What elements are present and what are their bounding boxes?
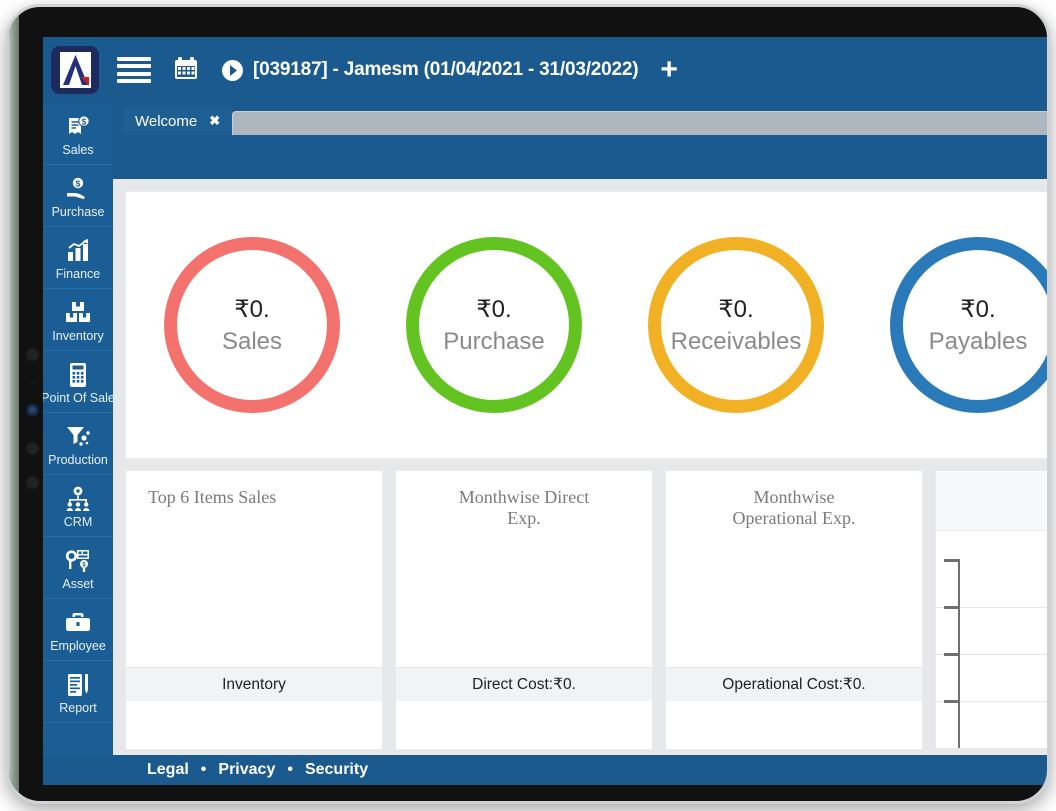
- sidebar-item-report[interactable]: Report: [43, 661, 113, 723]
- sidebar-item-label: Purchase: [51, 204, 105, 219]
- adyog-a-logo-icon[interactable]: [51, 46, 99, 94]
- svg-text:$: $: [82, 117, 87, 126]
- dashboard-card-row-top: Top 6 Items Sales Inventory Monthwise Di…: [125, 470, 1047, 750]
- footer-link-security[interactable]: Security: [305, 761, 368, 779]
- card-monthwise-direct-exp[interactable]: Monthwise Direct Exp. Direct Cost:₹0.: [395, 470, 653, 750]
- top-navigation-bar: [039187] - Jamesm (01/04/2021 - 31/03/20…: [43, 37, 1047, 103]
- sidebar-item-inventory[interactable]: Inventory: [43, 289, 113, 351]
- table-row[interactable]: [936, 700, 1047, 749]
- application-viewport: [039187] - Jamesm (01/04/2021 - 31/03/20…: [43, 37, 1047, 785]
- point-of-sale-terminal-icon: [67, 362, 89, 388]
- table-row[interactable]: [936, 559, 1047, 608]
- footer-link-privacy[interactable]: Privacy: [218, 761, 275, 779]
- card-footer: Direct Cost:₹0.: [396, 667, 652, 701]
- card-title: Monthwise Operational Exp.: [732, 487, 856, 528]
- footer-link-legal[interactable]: Legal: [147, 761, 189, 779]
- card-monthwise-operational-exp[interactable]: Monthwise Operational Exp. Operational C…: [665, 470, 923, 750]
- kpi-value: ₹0.: [476, 295, 512, 323]
- kpi-label: Sales: [221, 327, 283, 355]
- card-title: Monthwise Direct Exp.: [458, 487, 590, 528]
- sidebar-item-asset[interactable]: $ Asset: [43, 537, 113, 599]
- logo-a-glyph: [62, 55, 89, 86]
- sidebar-item-label: CRM: [63, 514, 93, 529]
- report-clipboard-pen-icon: [65, 672, 91, 698]
- sidebar-item-label: Sales: [62, 142, 94, 157]
- employee-briefcase-icon: [64, 610, 92, 636]
- footer-separator: •: [287, 761, 293, 778]
- circle-chevron-glyph: [222, 59, 243, 81]
- purchase-hand-coin-icon: $: [64, 176, 92, 202]
- card-title: Top 6 Items Sales: [148, 487, 277, 507]
- device-mic-dot: [29, 379, 36, 386]
- sidebar-item-crm[interactable]: CRM: [43, 475, 113, 537]
- kpi-summary-panel: ₹0. Sales ₹0. Purchase ₹0. Receivables ₹…: [125, 191, 1047, 459]
- sidebar-item-label: Point Of Sale: [43, 390, 113, 405]
- crm-org-people-icon: [64, 486, 92, 512]
- svg-text:$: $: [76, 178, 81, 188]
- tab-underbar: [113, 135, 1047, 179]
- device-sensor-dot: [25, 441, 40, 456]
- card-body: Monthwise Direct Exp.: [396, 471, 652, 667]
- sidebar-item-label: Asset: [62, 576, 94, 591]
- table-header: [936, 471, 1047, 531]
- sidebar-item-label: Finance: [55, 266, 101, 281]
- fiscal-period-label: [039187] - Jamesm (01/04/2021 - 31/03/20…: [253, 59, 639, 80]
- circle-chevron-right-icon[interactable]: [221, 59, 244, 82]
- table-row[interactable]: [936, 653, 1047, 702]
- asset-magnifier-icon: $: [64, 548, 92, 574]
- inventory-boxes-icon: [64, 300, 92, 326]
- footer-bar: Legal • Privacy • Security: [43, 755, 1047, 785]
- sidebar-item-sales[interactable]: $ Sales: [43, 103, 113, 165]
- hamburger-menu-icon[interactable]: [117, 57, 151, 83]
- sidebar-item-point-of-sale[interactable]: Point Of Sale: [43, 351, 113, 413]
- card-body: Monthwise Operational Exp.: [666, 471, 922, 667]
- card-footer: Operational Cost:₹0.: [666, 667, 922, 701]
- add-tab-button[interactable]: +: [660, 55, 678, 85]
- sidebar-item-label: Employee: [50, 638, 106, 653]
- kpi-label: Receivables: [670, 327, 802, 355]
- kpi-label: Purchase: [443, 327, 545, 355]
- device-speaker-dot: [25, 347, 40, 362]
- tablet-device-frame: [039187] - Jamesm (01/04/2021 - 31/03/20…: [6, 4, 1050, 804]
- card-body: Top 6 Items Sales: [126, 471, 382, 667]
- sales-invoice-icon: $: [65, 114, 91, 140]
- kpi-value: ₹0.: [234, 295, 270, 323]
- kpi-label: Payables: [928, 327, 1028, 355]
- table-spacer: [936, 531, 1047, 561]
- kpi-value: ₹0.: [718, 295, 754, 323]
- dashboard-content: ₹0. Sales ₹0. Purchase ₹0. Receivables ₹…: [113, 179, 1047, 785]
- tab-welcome-label: Welcome: [135, 112, 198, 130]
- sidebar-item-purchase[interactable]: $ Purchase: [43, 165, 113, 227]
- tab-bar: Welcome ✖: [113, 103, 1047, 135]
- sidebar-item-production[interactable]: Production: [43, 413, 113, 475]
- tab-empty-strip: [232, 111, 1047, 135]
- close-icon[interactable]: ✖: [209, 113, 220, 129]
- calendar-glyph: [175, 56, 197, 79]
- table-row[interactable]: [936, 606, 1047, 655]
- card-footer: Inventory: [126, 667, 382, 701]
- card-ledger-table[interactable]: [935, 470, 1047, 750]
- kpi-value: ₹0.: [960, 295, 996, 323]
- device-left-edge: [9, 7, 19, 801]
- device-camera-lens: [25, 403, 40, 418]
- finance-bar-chart-icon: [65, 238, 91, 264]
- kpi-card-receivables[interactable]: ₹0. Receivables: [648, 237, 824, 413]
- calendar-icon[interactable]: [173, 55, 199, 86]
- sidebar-item-label: Inventory: [52, 328, 104, 343]
- sidebar-item-finance[interactable]: Finance: [43, 227, 113, 289]
- tab-welcome[interactable]: Welcome ✖: [123, 107, 233, 135]
- kpi-card-sales[interactable]: ₹0. Sales: [164, 237, 340, 413]
- card-top-6-items-sales[interactable]: Top 6 Items Sales Inventory: [125, 470, 383, 750]
- left-sidebar-navigation: $ Sales $ Purchase Finance Inventory Poi…: [43, 103, 113, 785]
- sidebar-item-label: Report: [59, 700, 97, 715]
- kpi-card-purchase[interactable]: ₹0. Purchase: [406, 237, 582, 413]
- sidebar-item-label: Production: [48, 452, 108, 467]
- kpi-card-payables[interactable]: ₹0. Payables: [890, 237, 1047, 413]
- device-sensor-dot-2: [25, 475, 40, 490]
- footer-separator: •: [200, 761, 207, 778]
- sidebar-item-employee[interactable]: Employee: [43, 599, 113, 661]
- production-funnel-icon: [64, 424, 92, 450]
